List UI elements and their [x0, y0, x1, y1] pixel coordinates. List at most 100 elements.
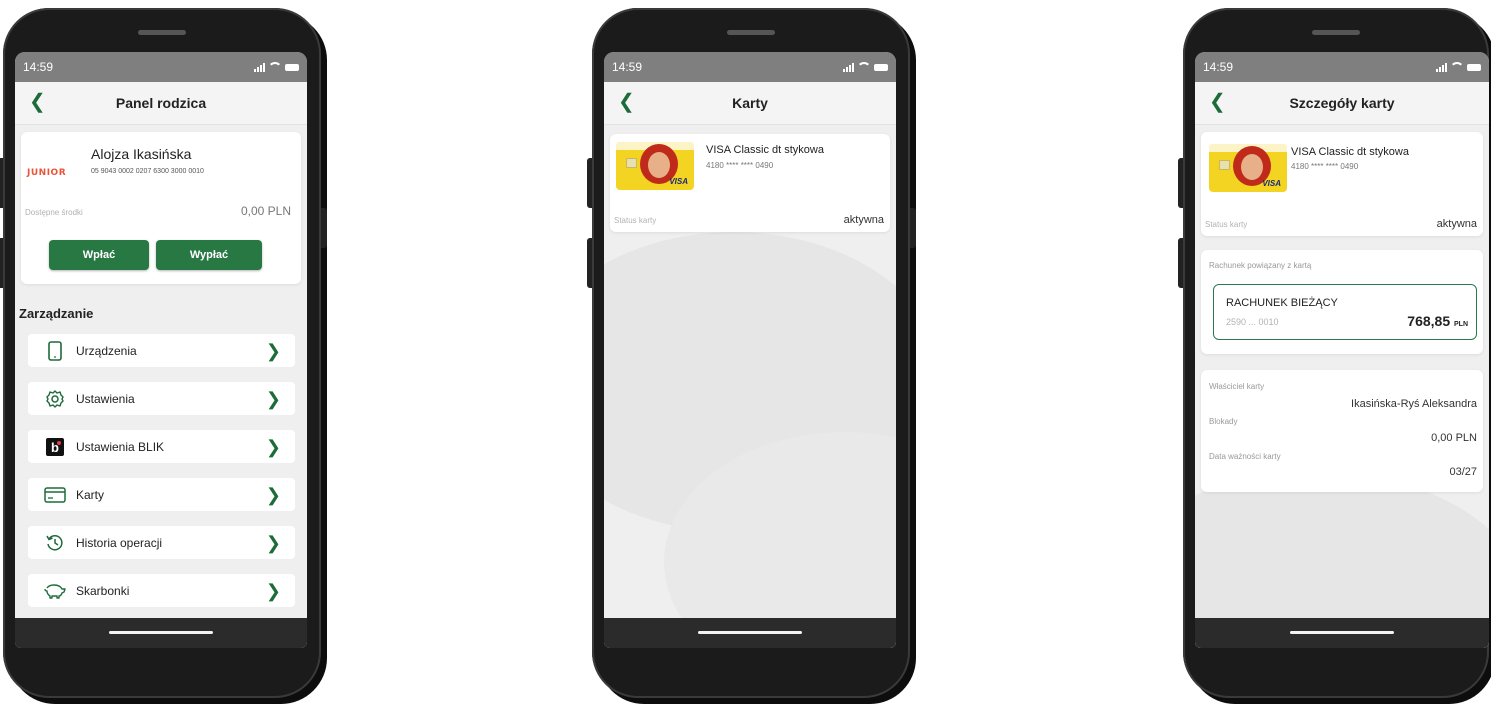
- card-icon: [44, 485, 66, 505]
- account-balance: 768,85 PLN: [1407, 313, 1468, 329]
- menu-item-cards[interactable]: Karty ❯: [28, 478, 295, 511]
- owner-value: Ikasińska-Ryś Aleksandra: [1351, 398, 1477, 410]
- battery-icon: [1467, 63, 1481, 71]
- chevron-right-icon: ❯: [265, 340, 281, 361]
- card-details: Właściciel karty Ikasińska-Ryś Aleksandr…: [1201, 370, 1483, 492]
- menu-label: Skarbonki: [76, 583, 130, 598]
- child-name: Alojza Ikasińska: [91, 146, 192, 162]
- blik-icon: b: [44, 437, 66, 457]
- account-number-short: 2590 ... 0010: [1226, 317, 1279, 327]
- menu-label: Urządzenia: [76, 343, 137, 358]
- junior-logo: JUNIOR: [27, 168, 67, 178]
- home-indicator[interactable]: [698, 631, 802, 634]
- card-name: VISA Classic dt stykowa: [1291, 146, 1409, 158]
- screen-parent-panel: 14:59 ❮ Panel rodzica JUNIOR Alojza Ikas…: [15, 52, 307, 648]
- menu-item-blik-settings[interactable]: b Ustawienia BLIK ❯: [28, 430, 295, 463]
- signal-icon: [843, 62, 854, 72]
- status-time: 14:59: [612, 60, 643, 74]
- withdraw-button[interactable]: Wypłać: [156, 240, 262, 270]
- chevron-right-icon: ❯: [265, 436, 281, 457]
- side-button: [321, 208, 327, 248]
- status-time: 14:59: [1203, 60, 1234, 74]
- menu-item-settings[interactable]: Ustawienia ❯: [28, 382, 295, 415]
- home-indicator[interactable]: [109, 631, 213, 634]
- status-time: 14:59: [23, 60, 54, 74]
- linked-account-card: Rachunek powiązany z kartą RACHUNEK BIEŻ…: [1201, 250, 1483, 354]
- wifi-icon: [857, 62, 871, 72]
- chevron-right-icon: ❯: [265, 484, 281, 505]
- status-icons: [843, 62, 888, 72]
- volume-button: [1178, 158, 1183, 208]
- signal-icon: [1436, 62, 1447, 72]
- card-summary: VISA VISA Classic dt stykowa 4180 **** *…: [1201, 132, 1483, 236]
- volume-button: [1178, 238, 1183, 288]
- linked-account-label: Rachunek powiązany z kartą: [1209, 261, 1312, 270]
- volume-button: [0, 158, 3, 208]
- menu-item-devices[interactable]: Urządzenia ❯: [28, 334, 295, 367]
- menu-item-history[interactable]: Historia operacji ❯: [28, 526, 295, 559]
- account-name: RACHUNEK BIEŻĄCY: [1226, 297, 1338, 309]
- screen-cards: 14:59 ❮ Karty VISA VISA Classic dt styko…: [604, 52, 896, 648]
- card-image: VISA: [1209, 144, 1287, 192]
- card-status-label: Status karty: [614, 216, 657, 225]
- chevron-right-icon: ❯: [265, 580, 281, 601]
- speaker: [138, 30, 186, 35]
- expiry-value: 03/27: [1449, 466, 1477, 478]
- wifi-icon: [268, 62, 282, 72]
- nav-bar: ❮ Karty: [604, 82, 896, 125]
- nav-bar: ❮ Panel rodzica: [15, 82, 307, 125]
- card-number: 4180 **** **** 0490: [1291, 162, 1359, 171]
- owner-label: Właściciel karty: [1209, 382, 1265, 391]
- menu-item-piggy-banks[interactable]: Skarbonki ❯: [28, 574, 295, 607]
- volume-button: [587, 158, 592, 208]
- gesture-bar: [604, 618, 896, 648]
- menu-label: Ustawienia BLIK: [76, 439, 165, 454]
- page-title: Szczegóły karty: [1289, 95, 1395, 111]
- back-chevron-icon[interactable]: ❮: [29, 92, 46, 112]
- card-number: 4180 **** **** 0490: [706, 161, 774, 170]
- volume-button: [587, 238, 592, 288]
- status-bar: 14:59: [1195, 52, 1489, 82]
- chevron-right-icon: ❯: [265, 532, 281, 553]
- section-title-management: Zarządzanie: [19, 306, 94, 321]
- status-icons: [254, 62, 299, 72]
- signal-icon: [254, 62, 265, 72]
- card-image: VISA: [616, 142, 694, 190]
- speaker: [727, 30, 775, 35]
- menu-label: Historia operacji: [76, 535, 163, 550]
- back-chevron-icon[interactable]: ❮: [618, 92, 635, 112]
- linked-account-box[interactable]: RACHUNEK BIEŻĄCY 2590 ... 0010 768,85 PL…: [1213, 284, 1477, 340]
- menu-label: Ustawienia: [76, 391, 135, 406]
- card-list-item[interactable]: VISA VISA Classic dt stykowa 4180 **** *…: [610, 134, 890, 232]
- page-title: Karty: [732, 95, 768, 111]
- page-title: Panel rodzica: [115, 95, 207, 111]
- balance-amount: 768,85: [1407, 313, 1451, 329]
- side-button: [910, 208, 916, 248]
- card-status-value: aktywna: [843, 214, 884, 226]
- nav-bar: ❮ Szczegóły karty: [1195, 82, 1489, 125]
- gesture-bar: [1195, 618, 1489, 648]
- card-status-label: Status karty: [1205, 220, 1248, 229]
- blocks-label: Blokady: [1209, 417, 1238, 426]
- status-icons: [1436, 62, 1481, 72]
- battery-icon: [285, 63, 299, 71]
- gesture-bar: [15, 618, 307, 648]
- status-bar: 14:59: [604, 52, 896, 82]
- child-account-card: JUNIOR Alojza Ikasińska 05 9043 0002 020…: [21, 132, 301, 284]
- balance-currency: PLN: [1454, 321, 1468, 328]
- account-number: 05 9043 0002 0207 6300 3000 0010: [91, 168, 204, 175]
- card-name: VISA Classic dt stykowa: [706, 144, 824, 156]
- screen-card-details: 14:59 ❮ Szczegóły karty VISA VISA Classi…: [1195, 52, 1489, 648]
- back-chevron-icon[interactable]: ❮: [1209, 92, 1226, 112]
- blocks-value: 0,00 PLN: [1431, 432, 1477, 444]
- available-funds-label: Dostępne środki: [25, 208, 83, 217]
- deposit-button[interactable]: Wpłać: [49, 240, 149, 270]
- phone-2: 14:59 ❮ Karty VISA VISA Classic dt styko…: [587, 8, 916, 698]
- chevron-right-icon: ❯: [265, 388, 281, 409]
- expiry-label: Data ważności karty: [1209, 452, 1281, 461]
- volume-button: [0, 238, 3, 288]
- wifi-icon: [1450, 62, 1464, 72]
- card-status-value: aktywna: [1436, 218, 1477, 230]
- speaker: [1312, 30, 1360, 35]
- home-indicator[interactable]: [1290, 631, 1394, 634]
